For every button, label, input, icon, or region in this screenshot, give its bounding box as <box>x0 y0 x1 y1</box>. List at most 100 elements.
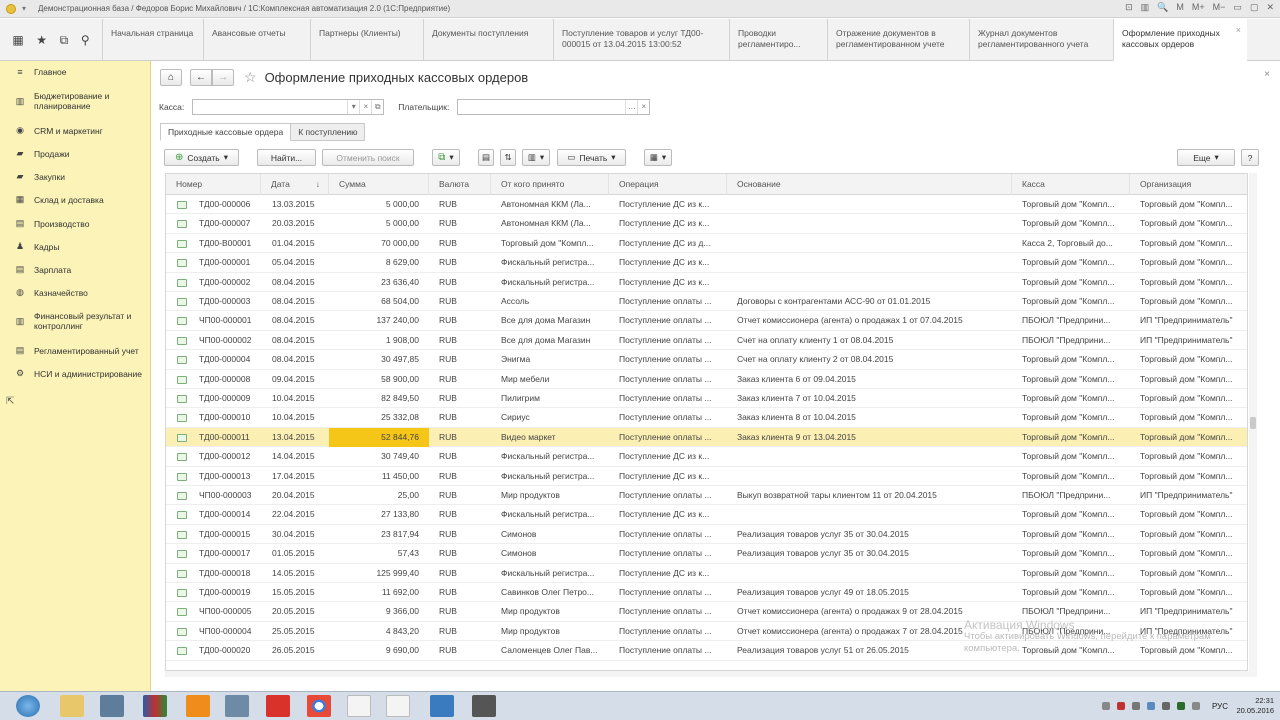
table-row[interactable]: ТД00-000011 13.04.2015 52 844,76 RUB Видео м… <box>166 427 1247 448</box>
app-icon-1[interactable] <box>100 695 124 717</box>
sidebar-item-budgeting[interactable]: ▥ Бюджетирование и планирование <box>0 91 151 111</box>
history-icon[interactable]: ⧉ <box>60 33 69 48</box>
sidebar-item-crm[interactable]: ◉ CRM и маркетинг <box>0 125 151 136</box>
tab-start-page[interactable]: Начальная страница <box>102 19 203 61</box>
table-row[interactable]: ТД00-000013 17.04.2015 11 450,00 RUB Фискаль… <box>166 466 1247 486</box>
cancel-search-button[interactable]: Отменить поиск <box>322 149 414 166</box>
kassa-open-icon[interactable]: ⧉ <box>371 100 383 114</box>
table-row[interactable]: ТД00-000018 14.05.2015 125 999,40 RUB Фискал… <box>166 563 1247 583</box>
home-button[interactable]: ⌂ <box>160 68 182 86</box>
create-based-on-button[interactable]: ⧉ ▾ <box>432 149 460 166</box>
tray-arrow-icon[interactable] <box>1102 702 1110 710</box>
search-icon[interactable]: ⚲ <box>81 33 90 47</box>
sidebar-item-financial-result[interactable]: ▥ Финансовый результат и контроллинг <box>0 311 151 331</box>
app-icon-2[interactable] <box>143 695 167 717</box>
reports-button[interactable]: ▥ ▾ <box>522 149 550 166</box>
tab-cash-receipt-orders[interactable]: Приходные кассовые ордера <box>160 123 292 141</box>
table-row[interactable]: ТД00-000008 09.04.2015 58 900,00 RUB Мир меб… <box>166 369 1247 389</box>
sidebar-item-regulated-accounting[interactable]: ▤ Регламентированный учет <box>0 345 151 356</box>
table-row[interactable]: ТД00-000014 22.04.2015 27 133,80 RUB Фискаль… <box>166 505 1247 525</box>
menu-arrow-icon[interactable]: ▾ <box>22 4 26 13</box>
column-currency[interactable]: Валюта <box>429 174 491 195</box>
sidebar-item-main[interactable]: ≡ Главное <box>0 67 151 77</box>
tab-to-receive[interactable]: К поступлению <box>290 123 366 141</box>
sidebar-item-treasury[interactable]: ◍ Казначейство <box>0 287 151 298</box>
tray-app-icon-2[interactable] <box>1132 702 1140 710</box>
sidebar-item-admin[interactable]: ⚙ НСИ и администрирование <box>0 368 151 379</box>
table-row[interactable]: ТД00-000006 13.03.2015 5 000,00 RUB Автономн… <box>166 195 1247 215</box>
more-actions-button[interactable]: ▦ ▾ <box>644 149 672 166</box>
document-icon-2[interactable] <box>386 695 410 717</box>
column-number[interactable]: Номер <box>166 174 261 195</box>
sidebar-item-salary[interactable]: ▤ Зарплата <box>0 264 151 275</box>
kassa-dropdown-icon[interactable]: ▾ <box>347 100 359 114</box>
memory-mplus-button[interactable]: M+ <box>1192 2 1205 13</box>
table-row[interactable]: ТД00-000012 14.04.2015 30 749,40 RUB Фискаль… <box>166 447 1247 467</box>
tray-app-icon-4[interactable] <box>1177 702 1185 710</box>
column-operation[interactable]: Операция <box>609 174 727 195</box>
post-button[interactable]: ⇅ <box>500 149 516 166</box>
tab-advance-reports[interactable]: Авансовые отчеты <box>203 19 310 61</box>
column-sum[interactable]: Сумма <box>329 174 429 195</box>
window-control-3[interactable]: 🔍 <box>1157 2 1168 13</box>
document-icon[interactable] <box>347 695 371 717</box>
table-row[interactable]: ЧП00-000003 20.04.2015 25,00 RUB Мир продукт… <box>166 486 1247 506</box>
star-icon[interactable]: ★ <box>36 33 47 47</box>
back-button[interactable]: ← <box>190 68 212 86</box>
help-button[interactable]: ? <box>1241 149 1259 166</box>
network-icon[interactable] <box>1162 702 1170 710</box>
column-from[interactable]: От кого принято <box>491 174 609 195</box>
window-control-2[interactable]: ▥ <box>1141 2 1150 13</box>
tab-goods-receipt[interactable]: Поступление товаров и услуг ТД00-000015 … <box>553 19 729 61</box>
tray-app-icon-3[interactable] <box>1147 702 1155 710</box>
memory-m-button[interactable]: M <box>1176 2 1184 13</box>
keyboard-language[interactable]: РУС <box>1212 702 1228 711</box>
payer-clear-icon[interactable]: × <box>637 100 649 114</box>
start-button-icon[interactable] <box>16 695 40 717</box>
column-kassa[interactable]: Касса <box>1012 174 1130 195</box>
tray-app-icon[interactable] <box>1117 702 1125 710</box>
kassa-field[interactable]: ▾ × ⧉ <box>192 99 385 115</box>
maximize-button[interactable]: ▢ <box>1250 2 1259 13</box>
monitor-icon[interactable] <box>430 695 454 717</box>
app-icon-3[interactable] <box>225 695 249 717</box>
app-icon-5[interactable] <box>472 695 496 717</box>
tab-cash-receipts[interactable]: Оформление приходных кассовых ордеров × <box>1113 19 1247 62</box>
vlc-icon[interactable] <box>186 695 210 717</box>
kassa-clear-icon[interactable]: × <box>359 100 371 114</box>
table-row[interactable]: ТД00-000010 10.04.2015 25 332,08 RUB Сириус П… <box>166 408 1247 428</box>
list-settings-button[interactable]: ▤ <box>478 149 494 166</box>
forward-button[interactable]: → <box>212 68 234 86</box>
sidebar-item-purchases[interactable]: ▰ Закупки <box>0 171 151 182</box>
column-basis[interactable]: Основание <box>727 174 1012 195</box>
close-tab-icon[interactable]: × <box>1236 25 1241 36</box>
table-row[interactable]: ТД00-000015 30.04.2015 23 817,94 RUB Симонов… <box>166 524 1247 545</box>
volume-icon[interactable] <box>1192 702 1200 710</box>
scrollbar-thumb[interactable] <box>1250 417 1256 429</box>
table-row[interactable]: ТД00-000004 08.04.2015 30 497,85 RUB Энигма П… <box>166 350 1247 370</box>
apps-icon[interactable]: ▦ <box>12 33 23 47</box>
create-button[interactable]: ⊕ Создать ▾ <box>164 149 239 166</box>
table-row[interactable]: ТД00-000001 05.04.2015 8 629,00 RUB Фискальн… <box>166 253 1247 273</box>
tab-doc-reflection[interactable]: Отражение документов в регламентированно… <box>827 19 969 61</box>
close-button[interactable]: ✕ <box>1266 2 1274 13</box>
clock[interactable]: 22:31 20.05.2016 <box>1236 696 1274 716</box>
window-control-1[interactable]: ⊡ <box>1125 2 1133 13</box>
chrome-icon[interactable] <box>307 695 331 717</box>
app-icon-4[interactable] <box>266 695 290 717</box>
minimize-button[interactable]: ▭ <box>1233 2 1242 13</box>
print-button[interactable]: ▭ Печать ▾ <box>557 149 626 166</box>
table-row[interactable]: ЧП00-000001 08.04.2015 137 240,00 RUB Все дл… <box>166 311 1247 331</box>
explorer-icon[interactable] <box>60 695 84 717</box>
horizontal-scrollbar[interactable] <box>165 671 1257 677</box>
favorite-star-icon[interactable]: ☆ <box>244 69 257 86</box>
tab-partners[interactable]: Партнеры (Клиенты) <box>310 19 423 61</box>
close-form-icon[interactable]: × <box>1264 69 1270 80</box>
table-row[interactable]: ТД00-000007 20.03.2015 5 000,00 RUB Автономн… <box>166 214 1247 234</box>
table-row[interactable]: ТД00-000003 08.04.2015 68 504,00 RUB Ассоль П… <box>166 292 1247 312</box>
more-button[interactable]: Еще ▾ <box>1177 149 1235 166</box>
table-row[interactable]: ТД00-000002 08.04.2015 23 636,40 RUB Фискаль… <box>166 272 1247 292</box>
vertical-scrollbar[interactable] <box>1249 173 1257 671</box>
find-button[interactable]: Найти... <box>257 149 316 166</box>
column-organization[interactable]: Организация <box>1130 174 1247 195</box>
